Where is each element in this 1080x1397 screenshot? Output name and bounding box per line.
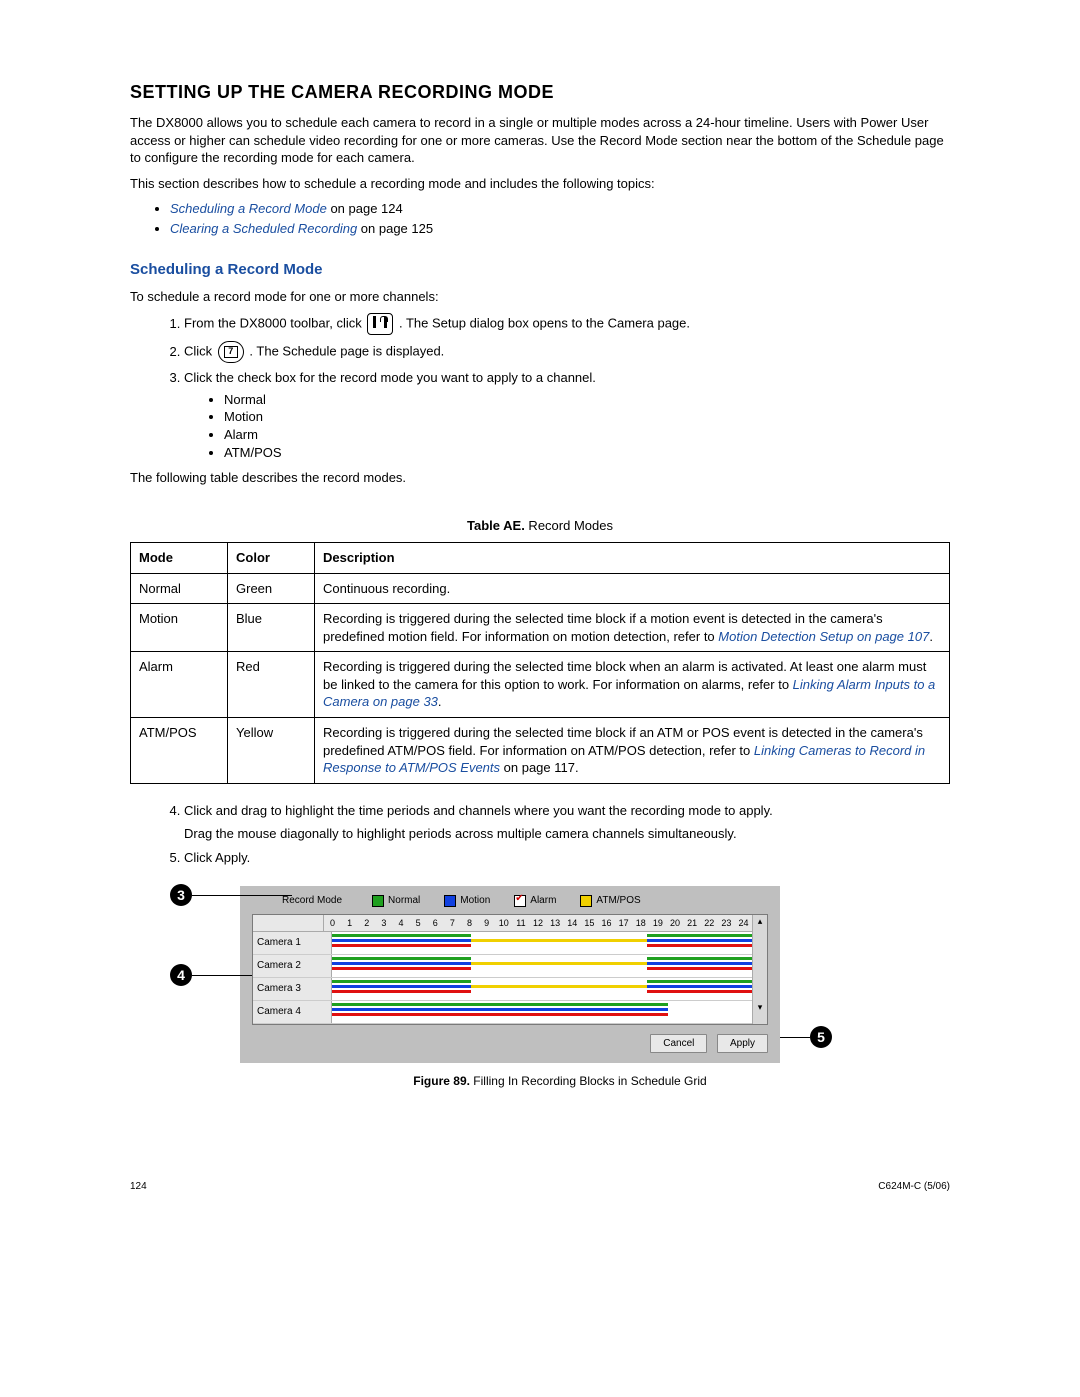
link-scheduling-record-mode[interactable]: Scheduling a Record Mode <box>170 201 327 216</box>
th-description: Description <box>315 543 950 574</box>
tick-label: 24 <box>735 915 752 931</box>
topic-list: Scheduling a Record Mode on page 124 Cle… <box>130 200 950 237</box>
link-motion-detection[interactable]: Motion Detection Setup on page 107 <box>718 629 929 644</box>
intro-paragraph-2: This section describes how to schedule a… <box>130 175 950 193</box>
tick-label: 15 <box>581 915 598 931</box>
mode-motion: Motion <box>224 408 950 426</box>
cancel-button[interactable]: Cancel <box>650 1034 707 1054</box>
tick-label: 9 <box>478 915 495 931</box>
tick-label: 5 <box>410 915 427 931</box>
intro-paragraph-1: The DX8000 allows you to schedule each c… <box>130 114 950 167</box>
tick-label: 6 <box>427 915 444 931</box>
topic2-tail: on page 125 <box>357 221 433 236</box>
page-footer: 124 C624M-C (5/06) <box>130 1180 950 1194</box>
tick-label: 7 <box>444 915 461 931</box>
tick-label: 3 <box>375 915 392 931</box>
tick-label: 8 <box>461 915 478 931</box>
tick-label: 21 <box>684 915 701 931</box>
step-3: Click the check box for the record mode … <box>184 369 950 461</box>
steps-list-continued: Click and drag to highlight the time per… <box>130 802 950 867</box>
checkbox-motion[interactable]: Motion <box>444 894 490 908</box>
tick-label: 12 <box>530 915 547 931</box>
tick-label: 1 <box>341 915 358 931</box>
page-number: 124 <box>130 1180 147 1194</box>
scrollbar-up-icon[interactable]: ▴ <box>752 915 767 932</box>
mode-normal: Normal <box>224 391 950 409</box>
table-row: Normal Green Continuous recording. <box>131 573 950 604</box>
step-4: Click and drag to highlight the time per… <box>184 802 950 843</box>
step-1: From the DX8000 toolbar, click . The Set… <box>184 313 950 335</box>
camera-label: Camera 3 <box>253 978 332 1000</box>
tick-label: 20 <box>667 915 684 931</box>
checkbox-normal[interactable]: Normal <box>372 894 420 908</box>
tick-label: 19 <box>649 915 666 931</box>
camera-label: Camera 2 <box>253 955 332 977</box>
callout-5: 5 <box>810 1026 832 1048</box>
checkbox-alarm[interactable]: ✔Alarm <box>514 894 556 908</box>
camera-label: Camera 4 <box>253 1001 332 1023</box>
tick-label: 18 <box>632 915 649 931</box>
steps-list: From the DX8000 toolbar, click . The Set… <box>130 313 950 461</box>
table-title: Table AE. Record Modes <box>130 517 950 535</box>
record-mode-legend: Record Mode Normal Motion ✔Alarm ATM/POS <box>282 894 768 908</box>
tick-label: 13 <box>547 915 564 931</box>
tick-label: 2 <box>358 915 375 931</box>
table-row: ATM/POS Yellow Recording is triggered du… <box>131 718 950 784</box>
section-scheduling-lead: To schedule a record mode for one or mor… <box>130 288 950 306</box>
mode-atmpos: ATM/POS <box>224 444 950 462</box>
th-mode: Mode <box>131 543 228 574</box>
record-mode-label: Record Mode <box>282 894 342 908</box>
setup-toolbar-icon <box>367 313 393 335</box>
schedule-panel: Record Mode Normal Motion ✔Alarm ATM/POS… <box>240 886 780 1063</box>
table-row: Motion Blue Recording is triggered durin… <box>131 604 950 652</box>
table-lead: The following table describes the record… <box>130 469 950 487</box>
page-title: SETTING UP THE CAMERA RECORDING MODE <box>130 80 950 104</box>
mode-alarm: Alarm <box>224 426 950 444</box>
section-scheduling-heading: Scheduling a Record Mode <box>130 260 950 280</box>
tick-label: 23 <box>718 915 735 931</box>
callout-3: 3 <box>170 884 192 906</box>
tick-label: 0 <box>324 915 341 931</box>
tick-label: 16 <box>598 915 615 931</box>
th-color: Color <box>228 543 315 574</box>
tick-label: 4 <box>393 915 410 931</box>
mode-sublist: Normal Motion Alarm ATM/POS <box>184 391 950 461</box>
camera-label: Camera 1 <box>253 932 332 954</box>
figure-89: 3 4 5 Record Mode Normal Motion ✔Alarm A… <box>170 886 950 1089</box>
topic1-tail: on page 124 <box>327 201 403 216</box>
tick-label: 10 <box>495 915 512 931</box>
tick-label: 17 <box>615 915 632 931</box>
callout-4: 4 <box>170 964 192 986</box>
table-row: Alarm Red Recording is triggered during … <box>131 652 950 718</box>
record-modes-table: Mode Color Description Normal Green Cont… <box>130 542 950 783</box>
scrollbar-down-icon[interactable]: ▾ <box>752 1001 767 1024</box>
schedule-page-icon: 7 <box>218 341 244 363</box>
checkbox-atmpos[interactable]: ATM/POS <box>580 894 640 908</box>
tick-label: 14 <box>564 915 581 931</box>
figure-caption: Figure 89. Filling In Recording Blocks i… <box>170 1073 950 1089</box>
document-id: C624M-C (5/06) <box>878 1180 950 1194</box>
tick-label: 11 <box>512 915 529 931</box>
apply-button[interactable]: Apply <box>717 1034 768 1054</box>
step-5: Click Apply. <box>184 849 950 867</box>
link-clearing-scheduled-recording[interactable]: Clearing a Scheduled Recording <box>170 221 357 236</box>
tick-label: 22 <box>701 915 718 931</box>
schedule-grid[interactable]: 0123456789101112131415161718192021222324… <box>252 914 768 1025</box>
step-2: Click 7 . The Schedule page is displayed… <box>184 341 950 363</box>
